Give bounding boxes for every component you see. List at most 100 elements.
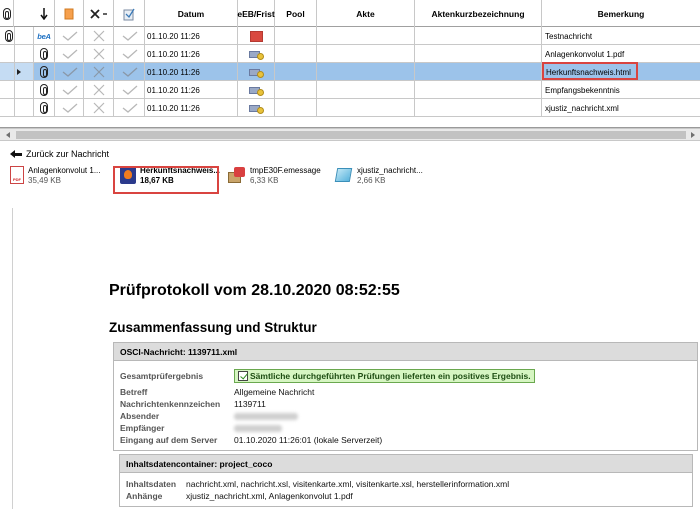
gesamt-result: Sämtliche durchgeführten Prüfungen liefe… [234, 369, 535, 383]
paperclip-icon [40, 48, 48, 60]
scroll-thumb[interactable] [16, 131, 686, 139]
gray-check-icon [122, 49, 137, 59]
xml-file-icon [334, 166, 353, 184]
grid-header: Datum eEB/Frist Pool Akte Aktenkurzbezei… [0, 0, 700, 27]
col-doc-header[interactable] [55, 0, 84, 27]
row-date: 01.10.20 11:26 [147, 85, 200, 95]
col-divider [54, 27, 55, 117]
container-header: Inhaltsdatencontainer: project_coco [120, 455, 692, 473]
row-date: 01.10.20 11:26 [147, 67, 200, 77]
col-divider [33, 27, 34, 117]
betreff-value: Allgemeine Nachricht [234, 387, 315, 397]
envelope-plus-icon [248, 49, 265, 60]
gray-check-icon [62, 31, 77, 41]
row-bemerkung: xjustiz_nachricht.xml [545, 103, 619, 113]
table-row[interactable]: 01.10.20 11:26 Empfangsbekenntnis [0, 81, 700, 99]
row-bemerkung: Testnachricht [545, 31, 593, 41]
col-divider [237, 27, 238, 117]
row-pointer-icon [17, 69, 21, 75]
attachment-name: xjustiz_nachricht... [357, 166, 423, 175]
gesamt-value: Sämtliche durchgeführten Prüfungen liefe… [250, 371, 531, 381]
inhalt-value: nachricht.xml, nachricht.xsl, visitenkar… [186, 479, 510, 489]
row-bemerkung: Anlagenkonvolut 1.pdf [545, 49, 625, 59]
gray-check-icon [62, 49, 77, 59]
back-label: Zurück zur Nachricht [26, 149, 110, 159]
col-divider [274, 27, 275, 117]
col-frist-header[interactable]: eEB/Frist [237, 0, 275, 27]
col-cancel-header[interactable] [84, 0, 114, 27]
nkz-label: Nachrichtenkennzeichen [120, 399, 221, 409]
container-panel: Inhaltsdatencontainer: project_coco Inha… [119, 454, 693, 507]
col-divider [414, 27, 415, 117]
attachment-size: 2,66 KB [357, 176, 386, 185]
gray-x-icon [93, 102, 105, 114]
osci-panel: OSCI-Nachricht: 1139711.xml Gesamtprüfer… [113, 342, 698, 451]
anhaenge-label: Anhänge [126, 491, 163, 501]
col-divider [113, 27, 114, 117]
row-bemerkung: Empfangsbekenntnis [545, 85, 620, 95]
attachment-size: 6,33 KB [250, 176, 279, 185]
check-box-icon [238, 371, 248, 381]
empfaenger-redacted [234, 424, 282, 432]
gray-check-icon [62, 103, 77, 113]
scroll-right-arrow-icon[interactable] [691, 132, 695, 138]
attachment-name: tmpE30F.emessage [250, 166, 321, 175]
gray-check-icon [122, 67, 137, 77]
back-arrow-icon [10, 150, 22, 158]
row-date: 01.10.20 11:26 [147, 49, 200, 59]
arrow-down-icon [39, 7, 48, 20]
col-divider [316, 27, 317, 117]
attachment-highlight-box [113, 166, 219, 194]
back-to-message-link[interactable]: Zurück zur Nachricht [10, 149, 109, 159]
col-akte-header[interactable]: Akte [317, 0, 415, 27]
inhalt-label: Inhaltsdaten [126, 479, 177, 489]
pdf-file-icon [10, 166, 24, 184]
table-row[interactable]: 01.10.20 11:26 Anlagenkonvolut 1.pdf [0, 45, 700, 63]
attachment-size: 35,49 KB [28, 176, 61, 185]
table-row[interactable]: 01.10.20 11:26 xjustiz_nachricht.xml [0, 99, 700, 117]
col-datum-header[interactable]: Datum [145, 0, 238, 27]
col-bemerkung-header[interactable]: Bemerkung [542, 0, 700, 27]
gray-x-icon [93, 48, 105, 60]
attachment-name: Anlagenkonvolut 1... [28, 166, 101, 175]
paperclip-icon [4, 30, 13, 42]
eingang-value: 01.10.2020 11:26:01 (lokale Serverzeit) [234, 435, 383, 445]
bemerkung-highlight-box [542, 62, 638, 80]
row-date: 01.10.20 11:26 [147, 103, 200, 113]
col-direction-header[interactable] [33, 0, 55, 27]
sign-document-icon [123, 8, 135, 20]
emessage-file-icon [228, 166, 246, 184]
gesamt-label: Gesamtprüfergebnis [120, 371, 204, 381]
scroll-left-arrow-icon[interactable] [6, 132, 10, 138]
attachment-file[interactable]: tmpE30F.emessage 6,33 KB [228, 166, 321, 194]
attachment-file[interactable]: Anlagenkonvolut 1... 35,49 KB [10, 166, 101, 194]
envelope-plus-icon [248, 85, 265, 96]
col-attachment-header[interactable] [0, 0, 14, 27]
col-aktenkurz-header[interactable]: Aktenkurzbezeichnung [415, 0, 542, 27]
gray-x-icon [93, 84, 105, 96]
gray-x-icon [93, 66, 105, 78]
attachment-file[interactable]: xjustiz_nachricht... 2,66 KB [334, 166, 423, 194]
document-preview[interactable]: Prüfprotokoll vom 28.10.2020 08:52:55 Zu… [12, 208, 700, 509]
betreff-label: Betreff [120, 387, 148, 397]
absender-label: Absender [120, 411, 160, 421]
bea-badge: beA [37, 31, 51, 41]
gray-check-icon [62, 67, 77, 77]
gray-x-icon [93, 30, 105, 42]
page-title: Prüfprotokoll vom 28.10.2020 08:52:55 [109, 282, 400, 299]
col-sign-header[interactable] [114, 0, 145, 27]
grid-horizontal-scrollbar[interactable] [0, 128, 700, 141]
paperclip-icon [2, 7, 11, 20]
anhaenge-value: xjustiz_nachricht.xml, Anlagenkonvolut 1… [186, 491, 353, 501]
paperclip-icon [40, 84, 48, 96]
empfaenger-label: Empfänger [120, 423, 165, 433]
envelope-plus-icon [248, 103, 265, 114]
absender-redacted [234, 412, 298, 420]
col-divider [14, 27, 15, 117]
envelope-plus-icon [248, 67, 265, 78]
gray-check-icon [122, 85, 137, 95]
paperclip-icon [40, 66, 48, 78]
col-pool-header[interactable]: Pool [275, 0, 317, 27]
gray-check-icon [62, 85, 77, 95]
table-row[interactable]: beA 01.10.20 11:26 Testnachricht [0, 27, 700, 45]
